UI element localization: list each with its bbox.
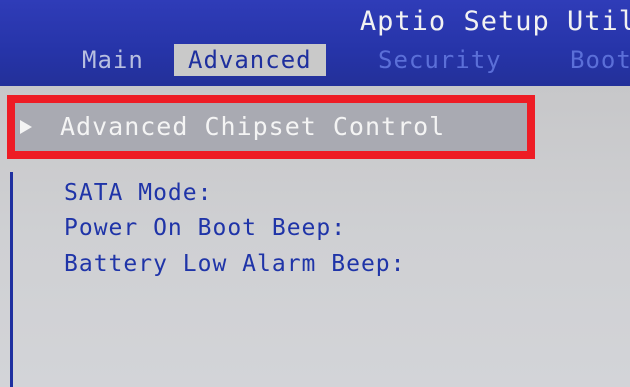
tab-boot[interactable]: Boot (570, 44, 630, 76)
triangle-right-icon (20, 119, 32, 134)
bios-title: Aptio Setup Util (359, 6, 630, 37)
panel-divider (10, 172, 13, 387)
submenu-label: Advanced Chipset Control (60, 112, 446, 141)
bios-header: Aptio Setup Util Main Advanced Security … (0, 0, 630, 86)
tab-main[interactable]: Main (82, 44, 144, 76)
submenu-advanced-chipset-control[interactable]: Advanced Chipset Control (20, 110, 445, 144)
tab-advanced[interactable]: Advanced (174, 44, 326, 76)
setting-power-on-boot-beep[interactable]: Power On Boot Beep: (64, 211, 346, 245)
setting-battery-low-alarm-beep[interactable]: Battery Low Alarm Beep: (64, 247, 406, 281)
tab-security[interactable]: Security (378, 44, 502, 76)
setting-sata-mode[interactable]: SATA Mode: (64, 176, 212, 210)
